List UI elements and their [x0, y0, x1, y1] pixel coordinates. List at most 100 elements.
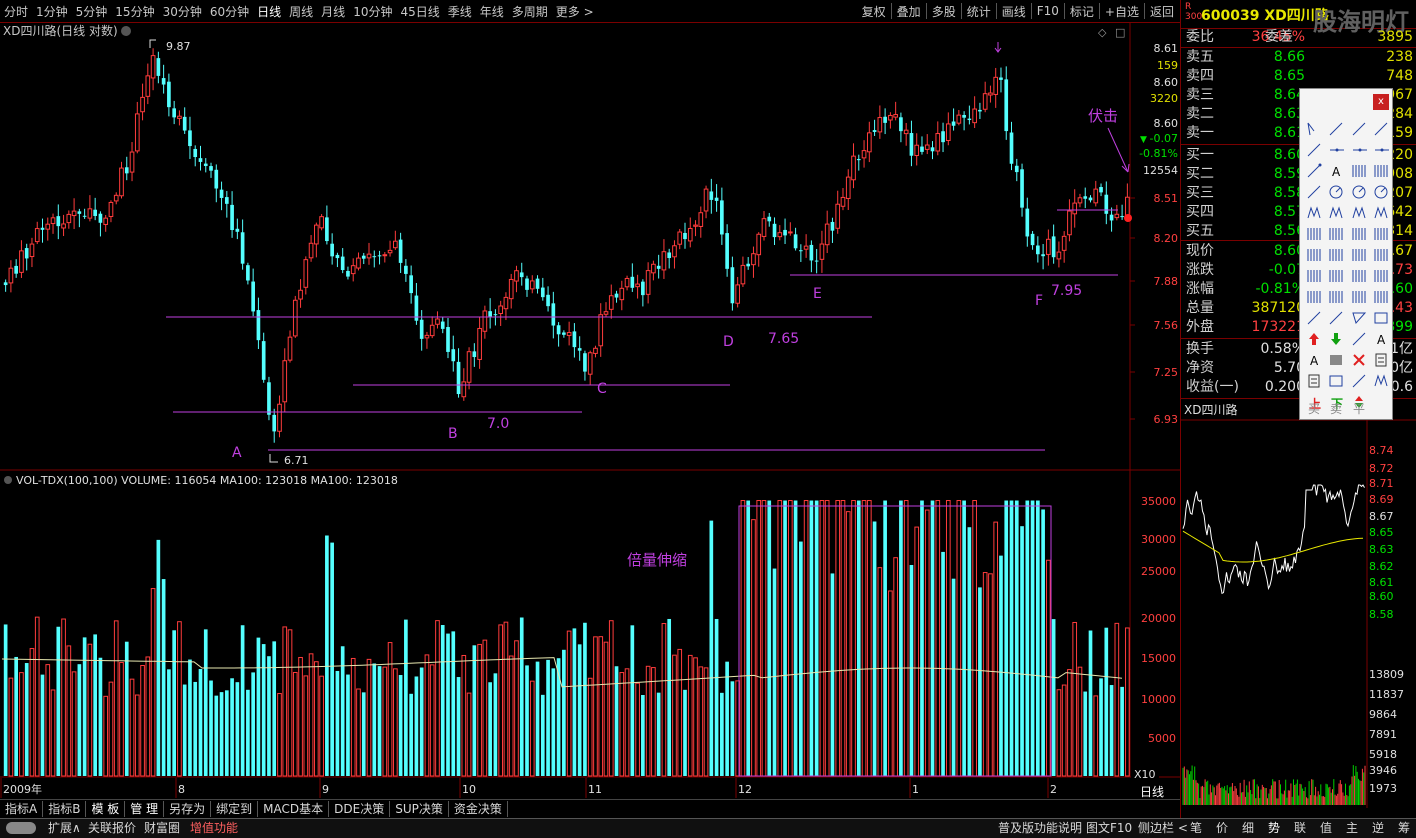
draw-tool-icon[interactable]: A	[1310, 354, 1319, 368]
draw-tool-icon[interactable]	[1374, 165, 1388, 177]
status-link[interactable]: 图文F10	[1082, 820, 1136, 836]
draw-tool-icon[interactable]: A	[1377, 333, 1386, 347]
draw-tool-icon[interactable]	[1329, 311, 1343, 325]
draw-tool-icon[interactable]	[1353, 148, 1367, 152]
period-tab[interactable]: 多周期	[508, 3, 552, 20]
chart-tool-button[interactable]: 统计	[963, 3, 995, 20]
detail-tab[interactable]: 笔	[1186, 820, 1212, 836]
draw-tool-icon[interactable]	[1374, 312, 1388, 324]
sell-level-row[interactable]: 卖四 8.65 748	[1181, 67, 1416, 86]
draw-tool-icon[interactable]	[1329, 206, 1343, 219]
period-tab[interactable]: 周线	[285, 3, 317, 20]
indicator-tab[interactable]: 资金决策	[449, 801, 508, 817]
draw-tool-icon[interactable]	[1330, 148, 1344, 152]
draw-tool-icon[interactable]	[1307, 122, 1315, 136]
status-link[interactable]: 普及版功能说明	[994, 820, 1086, 836]
chart-tool-button[interactable]: 多股	[928, 3, 960, 20]
draw-tool-icon[interactable]	[1308, 374, 1320, 388]
draw-tool-icon[interactable]	[1307, 228, 1321, 240]
status-link[interactable]: 侧边栏 <	[1134, 820, 1192, 836]
volume-bars[interactable]	[3, 500, 1130, 777]
weibi-row[interactable]: 委比 36.45% 3895	[1181, 28, 1416, 47]
buy-label[interactable]: 买	[1308, 400, 1320, 417]
draw-tool-icon[interactable]	[1352, 249, 1366, 261]
toggle-icon[interactable]	[6, 822, 36, 834]
draw-tool-icon[interactable]	[1352, 206, 1366, 219]
draw-tool-icon[interactable]	[1329, 122, 1343, 136]
status-button[interactable]: 增值功能	[186, 820, 242, 836]
draw-tool-icon[interactable]	[1329, 185, 1343, 199]
indicator-tab[interactable]: SUP决策	[390, 801, 449, 817]
draw-tool-icon[interactable]	[1352, 270, 1366, 282]
period-tab[interactable]: 30分钟	[159, 3, 206, 20]
period-tab[interactable]: 月线	[317, 3, 349, 20]
draw-tool-icon[interactable]	[1307, 143, 1321, 157]
draw-tool-icon[interactable]	[1307, 311, 1321, 325]
chart-tool-button[interactable]: 复权	[858, 3, 890, 20]
dropdown-icon[interactable]	[121, 26, 131, 36]
detail-tab[interactable]: 联	[1290, 820, 1316, 836]
detail-tab[interactable]: 值	[1316, 820, 1342, 836]
drawing-tool-icons[interactable]: AAA上下	[1300, 89, 1392, 419]
draw-tool-icon[interactable]	[1352, 291, 1366, 303]
indicator-tab[interactable]: 模 板	[86, 801, 126, 817]
draw-tool-icon[interactable]	[1329, 249, 1343, 261]
draw-tool-icon[interactable]	[1307, 206, 1321, 219]
period-tab[interactable]: 15分钟	[111, 3, 158, 20]
draw-tool-icon[interactable]	[1374, 228, 1388, 240]
vol-dropdown-icon[interactable]	[4, 476, 12, 484]
chart-tool-button[interactable]: 叠加	[893, 3, 925, 20]
mini-intraday-chart[interactable]: XD四川路 8.74 8.72 8.71 8.69 8.67 8.65 8.63 8.62 8.6…	[1181, 400, 1416, 820]
draw-tool-icon[interactable]	[1352, 332, 1366, 346]
sell-label[interactable]: 卖	[1330, 400, 1342, 417]
draw-tool-icon[interactable]	[1307, 185, 1321, 199]
status-button[interactable]: 关联报价	[84, 820, 140, 836]
chart-tool-button[interactable]: F10	[1033, 4, 1063, 18]
draw-tool-icon[interactable]	[1352, 228, 1366, 240]
indicator-tab[interactable]: 管 理	[125, 801, 165, 817]
period-tab[interactable]: 年线	[476, 3, 508, 20]
indicator-tab[interactable]: 指标B	[43, 801, 87, 817]
draw-tool-icon[interactable]	[1374, 291, 1388, 303]
draw-tool-icon[interactable]	[1352, 374, 1366, 388]
draw-tool-icon[interactable]	[1307, 249, 1321, 261]
draw-tool-icon[interactable]	[1375, 353, 1387, 367]
period-tab[interactable]: 45日线	[396, 3, 443, 20]
chart-tool-button[interactable]: +自选	[1101, 3, 1143, 20]
detail-tab[interactable]: 逆	[1368, 820, 1394, 836]
status-button[interactable]: 扩展∧	[44, 820, 85, 836]
period-tab[interactable]: 日线	[253, 3, 285, 20]
chart-tool-button[interactable]: 标记	[1066, 3, 1098, 20]
kline-chart[interactable]: XD四川路(日线 对数) ◇ □ 8.61 159 8.60 3220 8.60 -0.07 -0…	[0, 22, 1180, 798]
indicator-tab[interactable]: DDE决策	[329, 801, 391, 817]
draw-tool-icon[interactable]	[1374, 122, 1388, 136]
draw-tool-icon[interactable]	[1375, 148, 1389, 152]
draw-tool-icon[interactable]	[1352, 165, 1366, 177]
chart-tool-button[interactable]: 返回	[1146, 3, 1178, 20]
period-tab[interactable]: 5分钟	[72, 3, 112, 20]
draw-tool-icon[interactable]	[1307, 163, 1322, 178]
detail-tab[interactable]: 价	[1212, 820, 1238, 836]
draw-tool-icon[interactable]	[1374, 206, 1388, 219]
draw-tool-icon[interactable]	[1374, 249, 1388, 261]
draw-tool-icon[interactable]: A	[1332, 165, 1341, 179]
chart-tool-button[interactable]: 画线	[998, 3, 1030, 20]
period-tab[interactable]: 10分钟	[349, 3, 396, 20]
period-tab[interactable]: 分时	[0, 3, 32, 20]
draw-tool-icon[interactable]	[1307, 270, 1321, 282]
status-button[interactable]: 财富圈	[140, 820, 184, 836]
flat-label[interactable]: 平	[1353, 400, 1365, 417]
draw-tool-icon[interactable]	[1374, 185, 1388, 199]
draw-tool-icon[interactable]	[1307, 291, 1321, 303]
draw-tool-icon[interactable]	[1374, 270, 1388, 282]
detail-tab[interactable]: 细	[1238, 820, 1264, 836]
draw-tool-icon[interactable]	[1331, 333, 1341, 345]
detail-tab[interactable]: 主	[1342, 820, 1368, 836]
draw-tool-icon[interactable]	[1329, 375, 1343, 387]
period-tab[interactable]: 1分钟	[32, 3, 72, 20]
indicator-tab[interactable]: 指标A	[0, 801, 44, 817]
period-tab[interactable]: 更多 >	[552, 3, 598, 20]
indicator-tab[interactable]: 另存为	[164, 801, 212, 817]
draw-tool-icon[interactable]	[1330, 355, 1342, 365]
detail-tab[interactable]: 势	[1264, 820, 1290, 836]
